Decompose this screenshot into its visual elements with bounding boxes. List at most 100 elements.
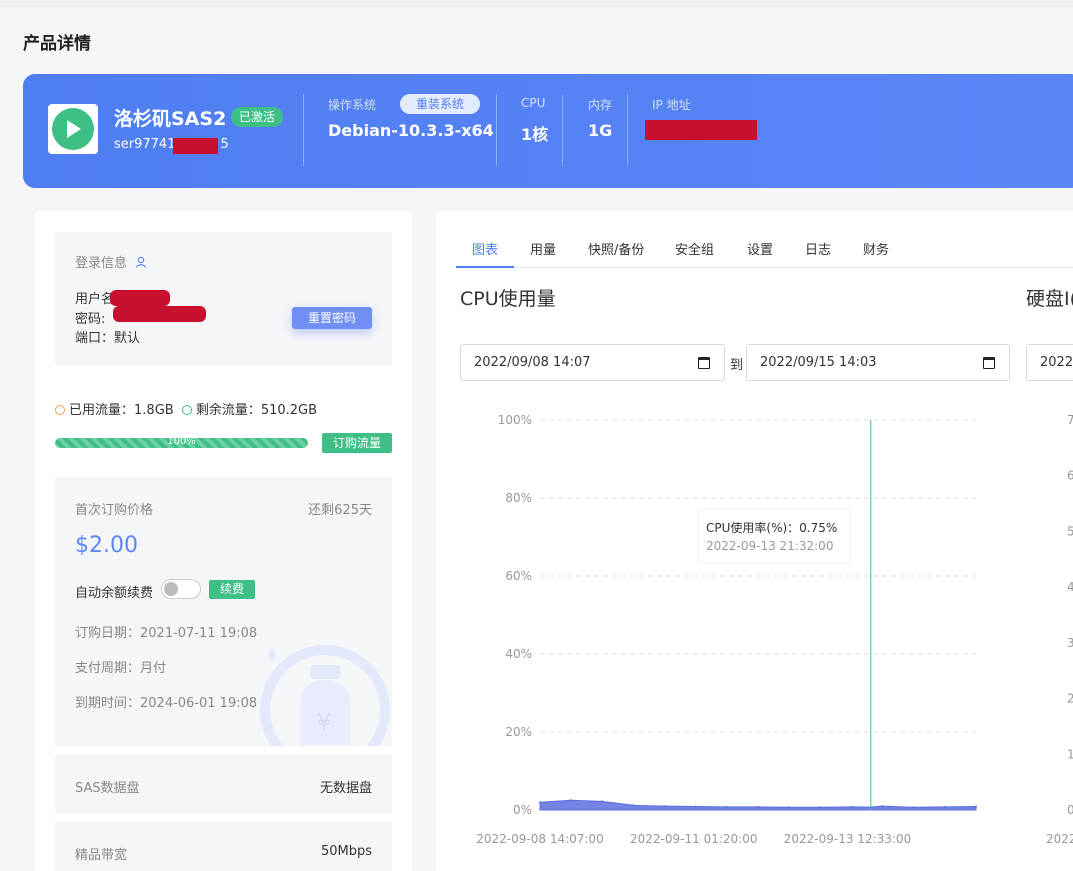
end-date-input[interactable]: 2022/09/15 14:03 — [746, 344, 1010, 381]
cpu-usage-area — [539, 799, 977, 811]
disk-y-tick-label: 7 — [1067, 413, 1073, 427]
product-name: 洛杉矶SAS2 — [114, 108, 227, 130]
x-tick-label: 2022-09-13 12:33:00 — [784, 832, 911, 846]
order-date: 订购日期：2021-07-11 19:08 — [75, 626, 258, 641]
start-date-input[interactable]: 2022/09/08 14:07 — [460, 344, 725, 381]
price-value: $2.00 — [75, 533, 138, 558]
tab-settings[interactable]: 设置 — [747, 239, 773, 258]
redaction-mark — [110, 290, 170, 306]
cpu-data-point — [569, 799, 572, 802]
renew-button[interactable]: 续费 — [209, 580, 255, 599]
product-info-card: 登录信息 用户名s 密码: 端口：默认 重置密码 已用流量：1.8GB 剩余流量… — [35, 211, 412, 871]
tab-snapshot-backup[interactable]: 快照/备份 — [588, 239, 644, 258]
disk-y-tick-label: 2 — [1067, 692, 1073, 706]
tab-security-group[interactable]: 安全组 — [675, 239, 714, 258]
date-range-separator: 到 — [730, 358, 744, 373]
calendar-icon — [983, 357, 995, 369]
used-traffic-value: 1.8GB — [134, 403, 174, 418]
x-tick-label: 2022-09-11 01:20:00 — [630, 832, 757, 846]
y-tick-label: 0% — [513, 803, 532, 817]
data-disk-row: SAS数据盘 无数据盘 — [55, 755, 392, 814]
data-disk-value: 无数据盘 — [319, 781, 372, 796]
y-tick-label: 100% — [498, 413, 532, 427]
os-value: Debian-10.3.3-x64 — [328, 121, 494, 140]
password-line: 密码: — [75, 312, 106, 327]
cpu-data-point — [975, 805, 977, 808]
tab-finance[interactable]: 财务 — [863, 239, 889, 258]
traffic-progress-text: 100% — [167, 436, 196, 447]
os-label: 操作系统 — [328, 98, 377, 112]
monitoring-card: 图表 用量 快照/备份 安全组 设置 日志 财务 CPU使用量 硬盘I( 202… — [436, 211, 1073, 871]
days-left: 还剩625天 — [308, 503, 372, 518]
divider — [303, 94, 304, 166]
status-badge: 已激活 — [231, 107, 284, 127]
memory-label: 内存 — [588, 98, 613, 112]
y-tick-label: 80% — [505, 491, 532, 505]
reset-password-button[interactable]: 重置密码 — [292, 307, 372, 329]
disk-y-tick-label: 1 — [1067, 747, 1073, 761]
data-disk-label: SAS数据盘 — [75, 781, 140, 796]
top-strip — [0, 0, 1073, 7]
product-id-suffix: 5 — [220, 137, 229, 152]
ip-redaction-mark — [645, 120, 757, 140]
redaction-mark — [113, 306, 206, 322]
disk-y-tick-label: 4 — [1067, 580, 1073, 594]
divider — [627, 94, 628, 166]
svg-text:¥: ¥ — [317, 711, 331, 736]
page-title: 产品详情 — [23, 34, 91, 54]
cpu-data-point — [601, 800, 604, 803]
start-date-value: 2022/09/08 14:07 — [474, 355, 591, 370]
tooltip-value: CPU使用率(%)：0.75% — [706, 520, 837, 535]
tab-chart[interactable]: 图表 — [472, 239, 498, 258]
login-info-box: 登录信息 用户名s 密码: 端口：默认 重置密码 — [55, 232, 392, 365]
user-icon — [135, 256, 147, 272]
cpu-data-point — [943, 805, 946, 808]
product-icon — [48, 104, 98, 154]
cpu-data-point — [912, 806, 915, 809]
auto-renew-toggle[interactable] — [161, 579, 201, 599]
port-line: 端口：默认 — [75, 331, 141, 346]
cpu-chart-title: CPU使用量 — [460, 288, 556, 310]
y-tick-label: 40% — [505, 647, 532, 661]
auto-renew-label: 自动余额续费 — [75, 586, 154, 601]
cpu-data-point — [819, 806, 822, 809]
expire-date: 到期时间：2024-06-01 19:08 — [75, 696, 258, 711]
buy-traffic-button[interactable]: 订购流量 — [322, 433, 392, 453]
disk-chart-title: 硬盘I( — [1026, 288, 1073, 310]
ip-label: IP 地址 — [652, 98, 691, 112]
y-tick-label: 20% — [505, 725, 532, 739]
disk-y-tick-label: 5 — [1067, 524, 1073, 538]
cpu-usage-chart: 100%80%60%40%20%0%2022-09-08 14:07:00 202… — [476, 413, 1073, 846]
chart-tooltip — [697, 508, 851, 564]
tooltip-time: 2022-09-13 21:32:00 — [706, 539, 833, 553]
disk-start-date-value: 2022/ — [1040, 355, 1073, 370]
used-traffic-dot — [55, 405, 65, 415]
disk-y-tick-label: 0 — [1067, 803, 1073, 817]
tab-bar: 图表 用量 快照/备份 安全组 设置 日志 财务 — [456, 239, 1073, 268]
cpu-label: CPU — [521, 96, 546, 110]
x-tick-label: 2022-09-08 14:07:00 — [476, 832, 603, 846]
bandwidth-row: 精品带宽 50Mbps — [55, 822, 392, 871]
tab-usage[interactable]: 用量 — [530, 239, 556, 258]
reinstall-button[interactable]: 重装系统 — [400, 94, 481, 114]
remaining-traffic-dot — [181, 405, 192, 415]
bandwidth-value: 50Mbps — [320, 844, 372, 859]
tab-logs[interactable]: 日志 — [805, 239, 831, 258]
cpu-data-point — [694, 805, 697, 808]
cpu-data-point — [632, 804, 635, 807]
used-traffic-label: 已用流量： — [69, 403, 135, 418]
login-info-title: 登录信息 — [75, 252, 147, 272]
cpu-data-point — [756, 805, 759, 808]
y-tick-label: 60% — [505, 569, 532, 583]
bandwidth-label: 精品带宽 — [75, 848, 128, 863]
cpu-value: 1核 — [521, 125, 549, 144]
cpu-data-point — [663, 805, 666, 808]
divider — [562, 94, 563, 166]
cpu-data-point — [725, 805, 728, 808]
disk-start-date-input[interactable]: 2022/ — [1026, 344, 1073, 381]
login-info-title-text: 登录信息 — [75, 256, 128, 271]
product-id-text: ser97741 — [114, 137, 176, 152]
remaining-traffic-label: 剩余流量： — [195, 403, 261, 418]
username-label: 用户名 — [75, 292, 115, 307]
redaction-mark — [173, 138, 218, 154]
